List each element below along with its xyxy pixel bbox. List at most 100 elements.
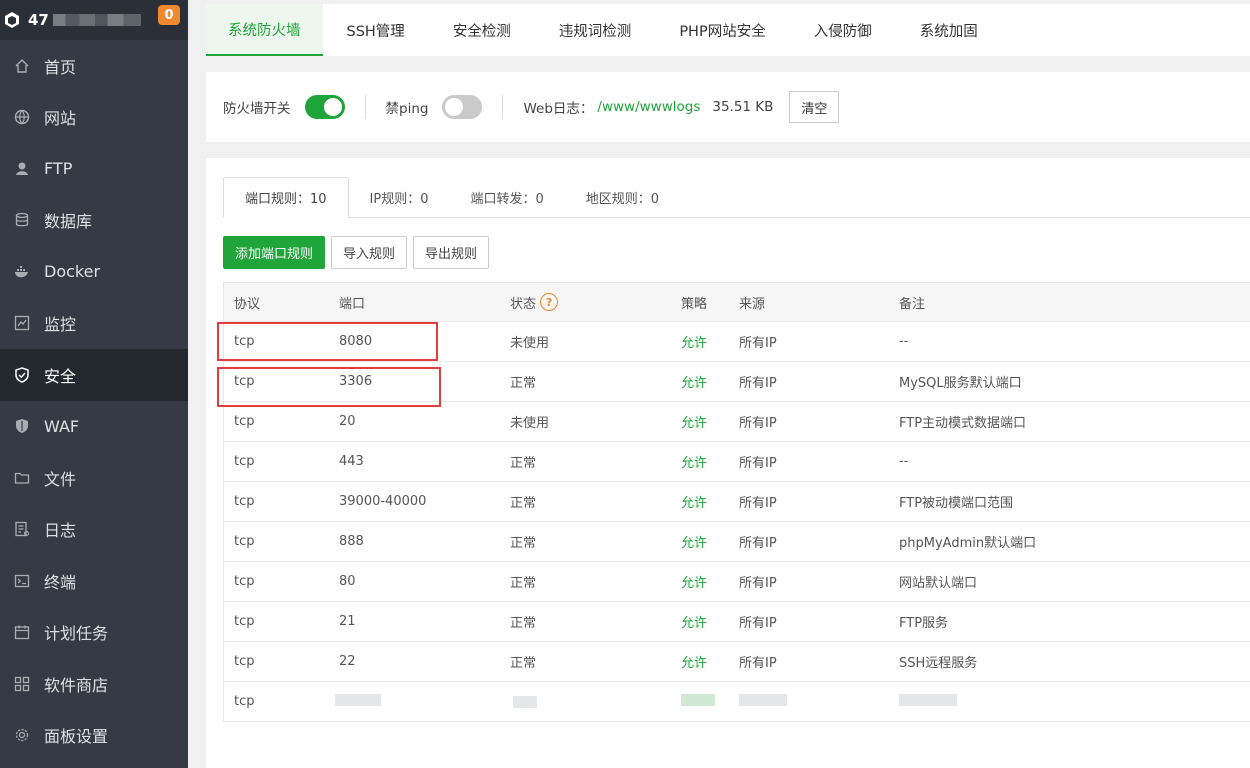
- ftp-icon: [14, 161, 30, 177]
- tab-php-site-security[interactable]: PHP网站安全: [655, 4, 789, 56]
- add-port-rule-button[interactable]: 添加端口规则: [223, 236, 326, 269]
- sidebar-item-home[interactable]: 首页: [0, 40, 188, 92]
- cell-source: 所有IP: [739, 416, 777, 431]
- table-row[interactable]: tcp 21 正常 允许 所有IP FTP服务: [224, 601, 1250, 641]
- export-rules-button[interactable]: 导出规则: [413, 236, 490, 269]
- security-tabbar: 系统防火墙 SSH管理 安全检测 违规词检测 PHP网站安全 入侵防御 系统加固: [206, 4, 1250, 56]
- tab-ip-rules[interactable]: IP规则：0: [349, 177, 450, 217]
- tab-port-rules[interactable]: 端口规则：10: [223, 177, 349, 218]
- cell-source: 所有IP: [739, 336, 777, 351]
- tab-ssh[interactable]: SSH管理: [323, 4, 429, 56]
- header-note[interactable]: 备注: [899, 293, 1250, 312]
- header-policy[interactable]: 策略: [681, 293, 739, 312]
- cell-policy: 允许: [681, 376, 708, 391]
- docker-icon: [14, 264, 30, 280]
- sidebar-item-label: 日志: [44, 521, 77, 541]
- gear-icon: [14, 727, 30, 743]
- tab-region-rules[interactable]: 地区规则：0: [565, 177, 680, 217]
- cell-protocol: tcp: [234, 534, 255, 549]
- cell-source: 所有IP: [739, 536, 777, 551]
- calendar-icon: [14, 624, 30, 640]
- toggle-knob: [445, 98, 464, 116]
- cell-port: 8080: [339, 334, 373, 349]
- web-log-path-link[interactable]: /www/wwwlogs: [597, 99, 700, 115]
- sidebar-item-files[interactable]: 文件: [0, 452, 188, 504]
- table-row[interactable]: tcp 888 正常 允许 所有IP phpMyAdmin默认端口: [224, 521, 1250, 561]
- sidebar-item-terminal[interactable]: 终端: [0, 555, 188, 607]
- cell-protocol: tcp: [234, 574, 255, 589]
- header-source[interactable]: 来源: [739, 293, 899, 312]
- sidebar-item-waf[interactable]: WAF: [0, 401, 188, 453]
- log-icon: [14, 521, 30, 537]
- sidebar-item-docker[interactable]: Docker: [0, 246, 188, 298]
- help-question-icon[interactable]: ?: [540, 293, 559, 311]
- cell-protocol: tcp: [234, 454, 255, 469]
- cell-source: 所有IP: [739, 376, 777, 391]
- cell-source-blurred: [739, 693, 899, 710]
- firewall-toggle[interactable]: [304, 95, 345, 119]
- tab-system-hardening[interactable]: 系统加固: [896, 4, 1002, 56]
- tab-security-check[interactable]: 安全检测: [429, 4, 535, 56]
- cell-note: SSH远程服务: [899, 656, 978, 671]
- sidebar-item-app-store[interactable]: 软件商店: [0, 658, 188, 710]
- cell-protocol: tcp: [234, 414, 255, 429]
- sidebar-item-ftp[interactable]: FTP: [0, 143, 188, 195]
- cell-note: FTP服务: [899, 616, 949, 631]
- tab-violation-words[interactable]: 违规词检测: [535, 4, 656, 56]
- sidebar-item-label: 文件: [44, 469, 77, 489]
- sidebar-item-database[interactable]: 数据库: [0, 195, 188, 247]
- tab-intrusion-prevention[interactable]: 入侵防御: [790, 4, 896, 56]
- notification-badge[interactable]: 0: [158, 5, 180, 25]
- sidebar-item-label: 面板设置: [44, 727, 109, 747]
- cell-note: FTP被动模端口范围: [899, 496, 1014, 511]
- table-row[interactable]: tcp 443 正常 允许 所有IP --: [224, 441, 1250, 481]
- table-row[interactable]: tcp 39000-40000 正常 允许 所有IP FTP被动模端口范围: [224, 481, 1250, 521]
- cell-status-blurred: [510, 695, 681, 708]
- table-row-blurred[interactable]: tcp: [224, 681, 1250, 721]
- cell-status: 正常: [510, 576, 537, 591]
- sidebar: 47 0 首页 网站 FTP 数据库 Docker 监控 安全 WAF 文件 日: [0, 0, 188, 768]
- server-ip-blurred: [52, 14, 141, 26]
- divider: [364, 95, 366, 119]
- header-status[interactable]: 状态: [510, 293, 536, 312]
- blurred-note: [899, 693, 957, 706]
- table-row[interactable]: tcp 3306 正常 允许 所有IP MySQL服务默认端口: [224, 361, 1250, 401]
- firewall-switch-label: 防火墙开关: [223, 101, 291, 117]
- cell-protocol: tcp: [234, 334, 255, 349]
- cell-protocol: tcp: [234, 654, 255, 669]
- server-header[interactable]: 47 0: [0, 0, 188, 40]
- sidebar-item-logs[interactable]: 日志: [0, 504, 188, 556]
- monitor-icon: [14, 315, 30, 331]
- sidebar-item-security[interactable]: 安全: [0, 349, 188, 401]
- toggle-knob: [323, 98, 342, 116]
- import-rules-button[interactable]: 导入规则: [331, 236, 408, 269]
- table-row[interactable]: tcp 80 正常 允许 所有IP 网站默认端口: [224, 561, 1250, 601]
- cell-note: phpMyAdmin默认端口: [899, 536, 1037, 551]
- table-row[interactable]: tcp 8080 未使用 允许 所有IP --: [224, 321, 1250, 361]
- cell-status: 正常: [510, 536, 537, 551]
- sidebar-item-settings[interactable]: 面板设置: [0, 710, 188, 762]
- sidebar-item-monitor[interactable]: 监控: [0, 298, 188, 350]
- tab-port-forward[interactable]: 端口转发：0: [450, 177, 565, 217]
- cell-status: 正常: [510, 656, 537, 671]
- header-protocol[interactable]: 协议: [224, 293, 339, 312]
- sidebar-item-cron[interactable]: 计划任务: [0, 607, 188, 659]
- sidebar-item-label: 数据库: [44, 212, 93, 232]
- cell-policy: 允许: [681, 576, 708, 591]
- sidebar-item-label: 终端: [44, 572, 77, 592]
- clear-log-button[interactable]: 清空: [789, 91, 840, 123]
- tab-system-firewall[interactable]: 系统防火墙: [206, 4, 323, 56]
- sidebar-item-label: 软件商店: [44, 675, 109, 695]
- table-row[interactable]: tcp 20 未使用 允许 所有IP FTP主动模式数据端口: [224, 401, 1250, 441]
- cell-note: 网站默认端口: [899, 576, 978, 591]
- sidebar-item-website[interactable]: 网站: [0, 92, 188, 144]
- cell-protocol: tcp: [234, 374, 255, 389]
- cell-protocol: tcp: [234, 614, 255, 629]
- cell-policy: 允许: [681, 616, 708, 631]
- sidebar-item-label: 计划任务: [44, 624, 109, 644]
- cell-policy: 允许: [681, 536, 708, 551]
- table-row[interactable]: tcp 22 正常 允许 所有IP SSH远程服务: [224, 641, 1250, 681]
- cell-status: 正常: [510, 616, 537, 631]
- header-port[interactable]: 端口: [339, 293, 510, 312]
- ping-toggle[interactable]: [442, 95, 483, 119]
